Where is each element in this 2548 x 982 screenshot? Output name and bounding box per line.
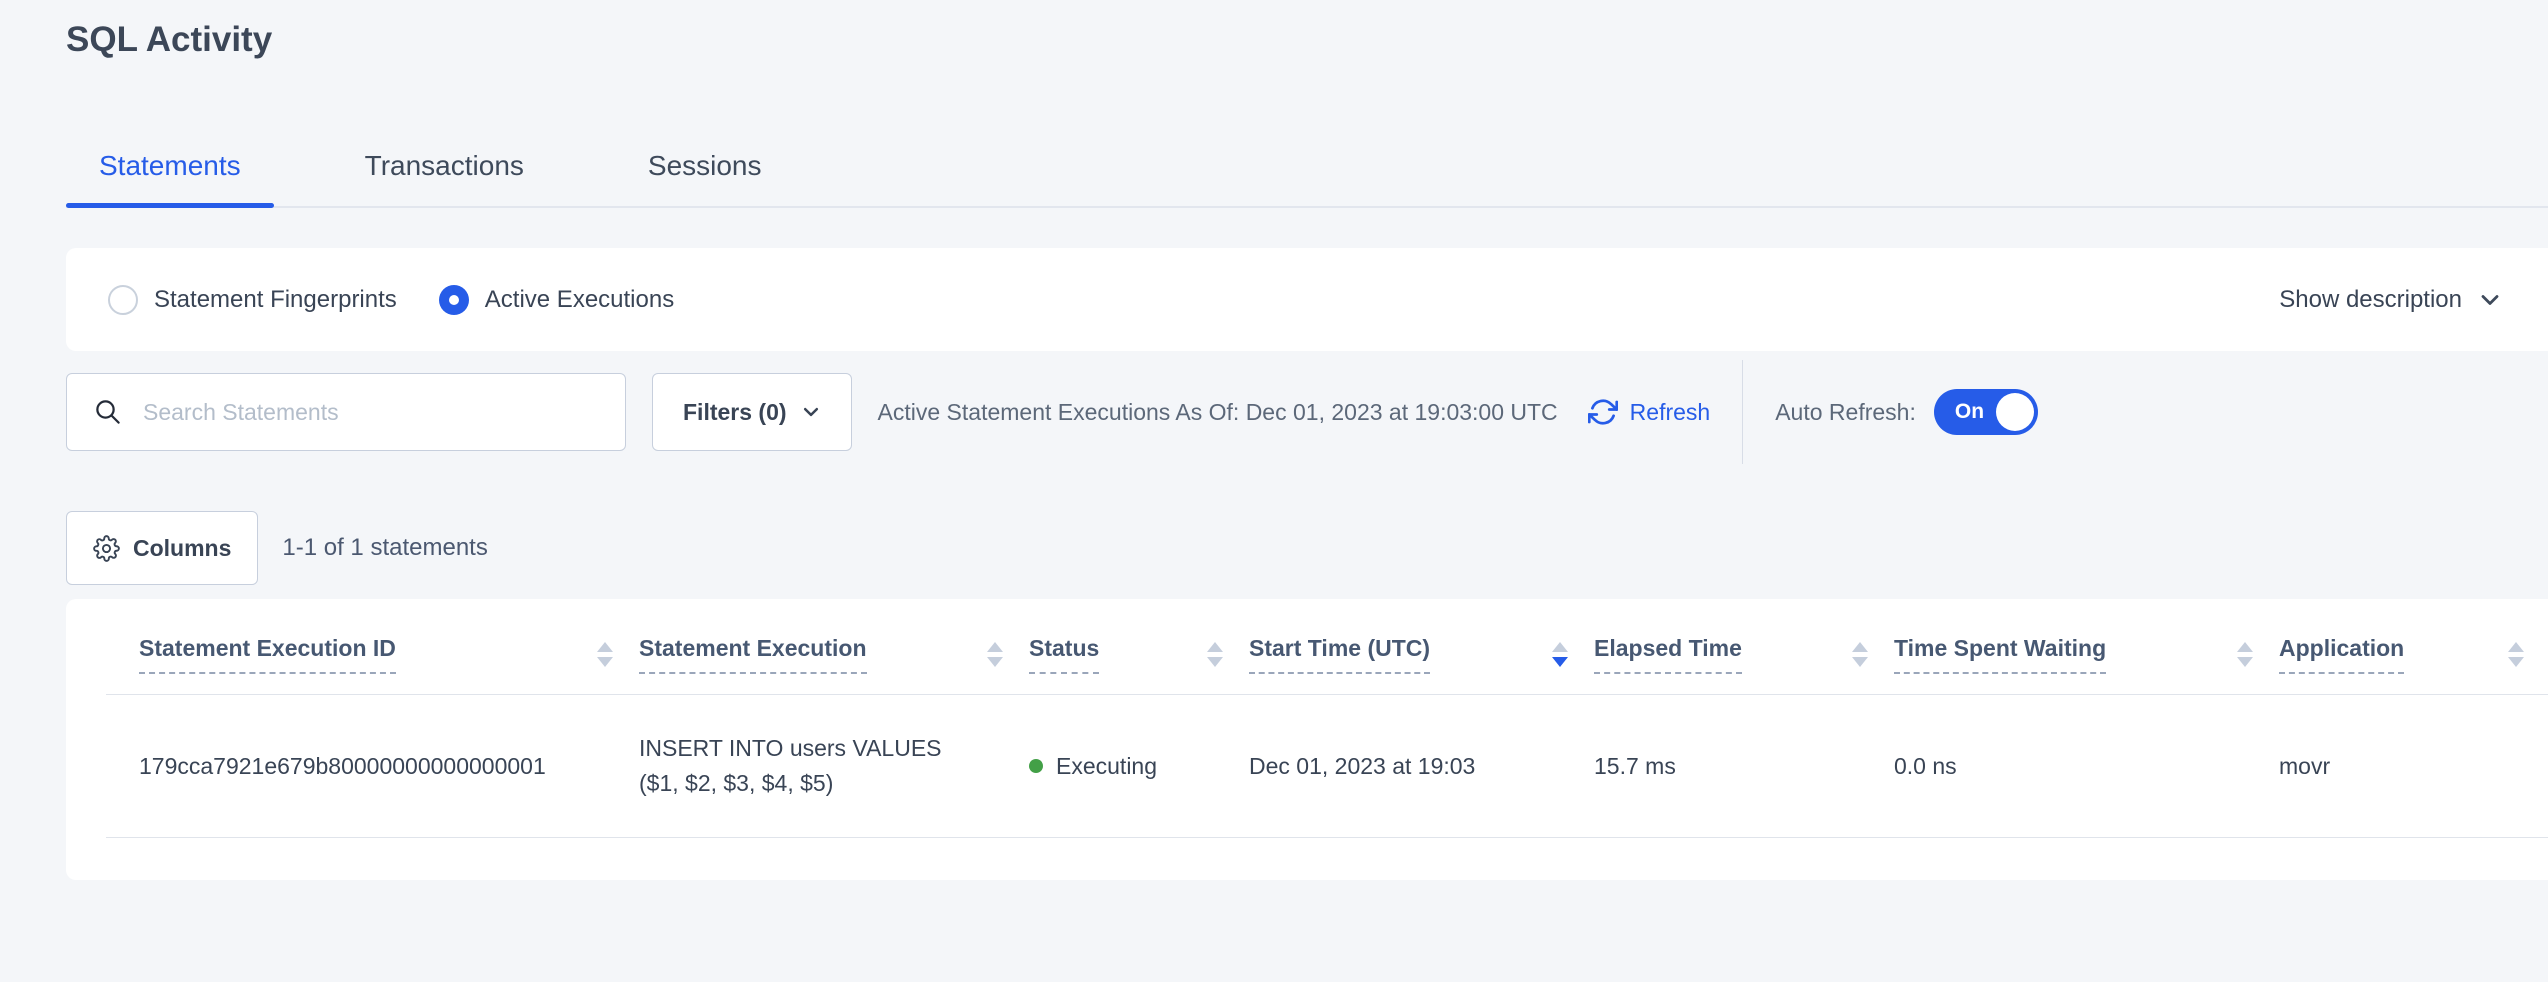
column-header-statement-execution[interactable]: Statement Execution	[639, 635, 1029, 694]
column-header-label[interactable]: Statement Execution ID	[139, 635, 396, 674]
cell-execution-id[interactable]: 179cca7921e679b80000000000000001	[106, 753, 639, 780]
column-header-elapsed-time[interactable]: Elapsed Time	[1594, 635, 1894, 694]
column-header-application[interactable]: Application	[2279, 635, 2548, 694]
cell-application: movr	[2279, 753, 2548, 780]
sort-arrows-icon[interactable]	[597, 642, 613, 667]
statements-table-card: Statement Execution ID Statement Executi…	[66, 599, 2548, 880]
sort-arrows-icon[interactable]	[2237, 642, 2253, 667]
columns-button[interactable]: Columns	[66, 511, 258, 585]
cell-time-spent-waiting: 0.0 ns	[1894, 753, 2279, 780]
column-header-label[interactable]: Start Time (UTC)	[1249, 635, 1430, 674]
tab-sessions[interactable]: Sessions	[615, 150, 795, 206]
status-dot-icon	[1029, 759, 1043, 773]
statement-line-2: ($1, $2, $3, $4, $5)	[639, 766, 1003, 801]
column-header-statement-execution-id[interactable]: Statement Execution ID	[106, 635, 639, 694]
column-header-label[interactable]: Application	[2279, 635, 2404, 674]
result-count: 1-1 of 1 statements	[282, 534, 487, 562]
page-title: SQL Activity	[66, 0, 2548, 60]
statement-line-1: INSERT INTO users VALUES	[639, 731, 1003, 766]
radio-circle-icon[interactable]	[108, 285, 138, 315]
cell-elapsed-time: 15.7 ms	[1594, 753, 1894, 780]
cell-status: Executing	[1029, 753, 1249, 780]
toggle-state-label: On	[1955, 400, 1984, 424]
table-controls-row: Columns 1-1 of 1 statements	[66, 511, 2548, 585]
view-mode-card: Statement Fingerprints Active Executions…	[66, 248, 2548, 351]
cell-statement[interactable]: INSERT INTO users VALUES ($1, $2, $3, $4…	[639, 731, 1029, 801]
column-header-status[interactable]: Status	[1029, 635, 1249, 694]
column-header-label[interactable]: Statement Execution	[639, 635, 867, 674]
show-description-button[interactable]: Show description	[2279, 286, 2502, 314]
refresh-icon	[1588, 397, 1618, 427]
toggle-knob[interactable]	[1996, 393, 2034, 431]
chevron-down-icon	[2478, 288, 2502, 312]
column-header-start-time[interactable]: Start Time (UTC)	[1249, 635, 1594, 694]
column-header-label[interactable]: Elapsed Time	[1594, 635, 1742, 674]
sort-arrows-icon[interactable]	[1852, 642, 1868, 667]
radio-statement-fingerprints-label: Statement Fingerprints	[154, 286, 397, 314]
refresh-button[interactable]: Refresh	[1588, 397, 1711, 427]
tab-transactions-label: Transactions	[365, 150, 524, 181]
sort-arrows-icon[interactable]	[987, 642, 1003, 667]
search-box[interactable]	[66, 373, 626, 451]
column-header-label[interactable]: Time Spent Waiting	[1894, 635, 2106, 674]
controls-row: Filters (0) Active Statement Executions …	[66, 373, 2548, 451]
radio-active-executions[interactable]: Active Executions	[439, 285, 674, 315]
status-label: Executing	[1056, 753, 1157, 780]
auto-refresh-toggle[interactable]: On	[1934, 389, 2038, 435]
chevron-down-icon	[801, 402, 821, 422]
sort-arrows-icon[interactable]	[1207, 642, 1223, 667]
tab-statements-label: Statements	[99, 150, 241, 181]
radio-circle-icon[interactable]	[439, 285, 469, 315]
sort-arrows-icon[interactable]	[2508, 642, 2524, 667]
tab-bar: Statements Transactions Sessions	[66, 150, 2548, 208]
vertical-divider	[1742, 360, 1743, 464]
column-header-label[interactable]: Status	[1029, 635, 1099, 674]
filters-button[interactable]: Filters (0)	[652, 373, 852, 451]
tab-transactions[interactable]: Transactions	[332, 150, 557, 206]
sort-arrows-icon[interactable]	[1552, 642, 1568, 667]
columns-button-label: Columns	[133, 535, 231, 562]
search-input[interactable]	[141, 398, 607, 427]
statements-table: Statement Execution ID Statement Executi…	[106, 599, 2548, 838]
tab-sessions-label: Sessions	[648, 150, 762, 181]
table-header-row: Statement Execution ID Statement Executi…	[106, 599, 2548, 695]
table-row[interactable]: 179cca7921e679b80000000000000001 INSERT …	[106, 695, 2548, 838]
column-header-time-spent-waiting[interactable]: Time Spent Waiting	[1894, 635, 2279, 694]
gear-icon	[93, 535, 120, 562]
radio-statement-fingerprints[interactable]: Statement Fingerprints	[108, 285, 397, 315]
as-of-text: Active Statement Executions As Of: Dec 0…	[878, 399, 1558, 426]
tab-statements[interactable]: Statements	[66, 150, 274, 206]
filters-label: Filters (0)	[683, 399, 787, 426]
show-description-label: Show description	[2279, 286, 2462, 314]
auto-refresh-label: Auto Refresh:	[1775, 399, 1916, 426]
radio-active-executions-label: Active Executions	[485, 286, 674, 314]
search-icon	[93, 397, 123, 427]
refresh-label: Refresh	[1630, 399, 1711, 426]
sql-activity-page: SQL Activity Statements Transactions Ses…	[0, 0, 2548, 982]
cell-start-time: Dec 01, 2023 at 19:03	[1249, 753, 1594, 780]
